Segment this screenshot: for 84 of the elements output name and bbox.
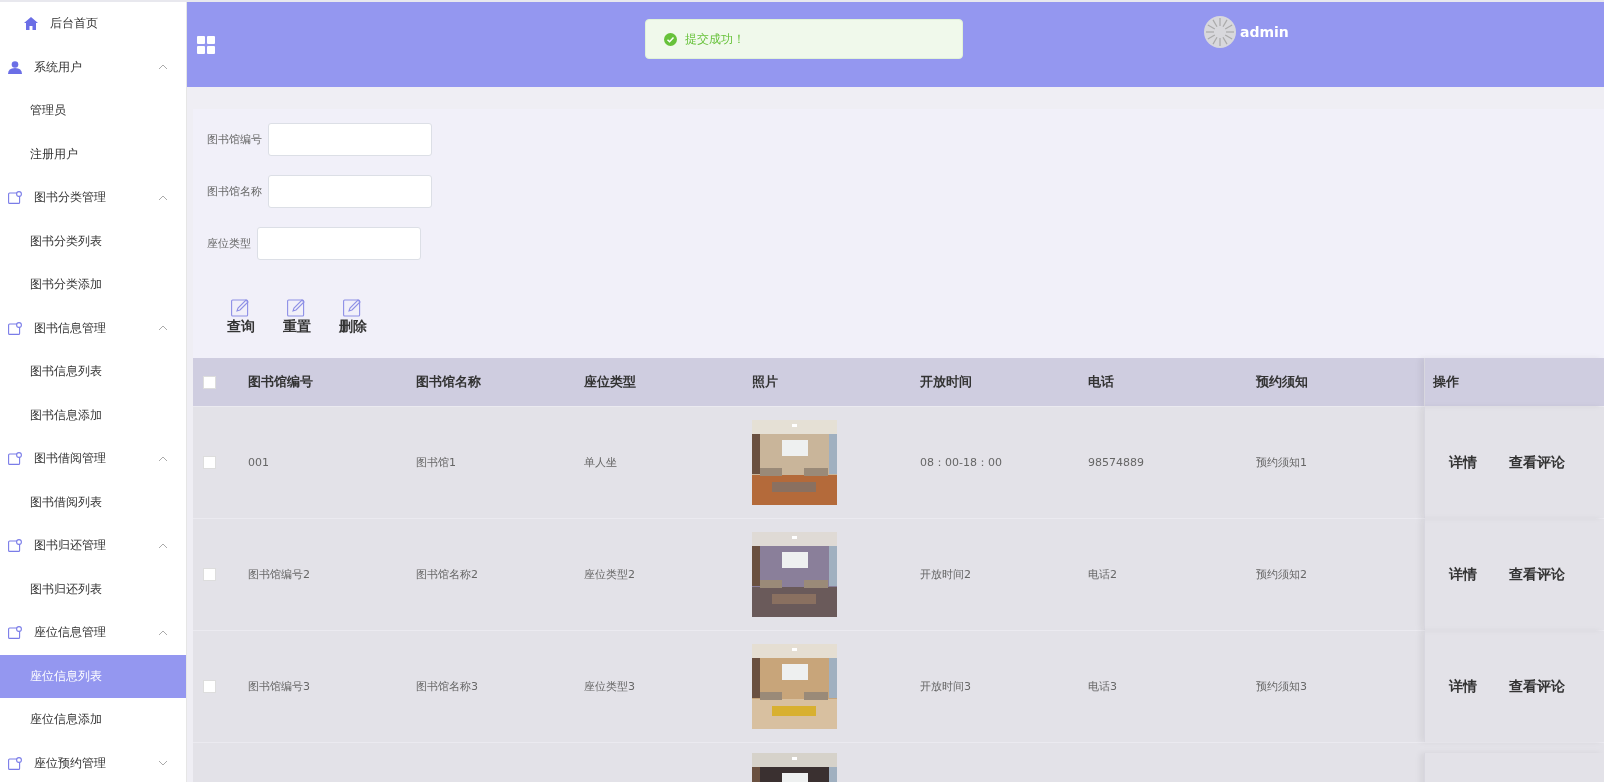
table-cell-text: 图书馆名称3 — [416, 679, 479, 694]
row-checkbox[interactable] — [203, 680, 216, 693]
input-field[interactable] — [268, 175, 432, 208]
check-circle-icon — [664, 32, 677, 46]
field-label: 图书馆编号 — [207, 132, 262, 147]
table-cell-text: 电话3 — [1088, 679, 1118, 694]
action-link[interactable]: 详情 — [1449, 565, 1477, 584]
sidebar-item[interactable]: 图书信息列表 — [0, 350, 186, 394]
select-all-checkbox[interactable] — [203, 375, 216, 389]
action-link[interactable]: 查看评论 — [1509, 565, 1565, 584]
sidebar-item[interactable]: 座位信息管理 — [0, 611, 186, 655]
edit-icon — [231, 298, 251, 317]
sidebar-item[interactable]: 图书信息添加 — [0, 393, 186, 437]
caret-icon — [158, 194, 168, 201]
caret-icon — [158, 64, 168, 71]
edit-icon — [287, 298, 307, 317]
sidebar-item[interactable]: 图书借阅列表 — [0, 480, 186, 524]
sidebar-item[interactable]: 后台首页 — [0, 2, 186, 46]
sidebar-item[interactable]: 系统用户 — [0, 45, 186, 89]
toolbar-button[interactable]: 重置 — [283, 298, 311, 336]
action-link[interactable]: 查看评论 — [1509, 453, 1565, 472]
action-link[interactable]: 查看评论 — [1509, 677, 1565, 696]
sidebar-item[interactable]: 图书归还管理 — [0, 524, 186, 568]
avatar-icon[interactable] — [1204, 16, 1236, 48]
home-icon — [24, 17, 38, 31]
sidebar-item[interactable]: 图书分类列表 — [0, 219, 186, 263]
table-cell-text: 单人坐 — [584, 455, 618, 470]
table-cell-text: 开放时间3 — [920, 679, 972, 694]
table-cell-text: 08：00-18：00 — [920, 455, 1003, 470]
table-cell-text: 图书馆1 — [416, 455, 457, 470]
action-link[interactable]: 详情 — [1449, 453, 1477, 472]
column-header: 预约须知 — [1256, 373, 1309, 391]
table-cell-text: 预约须知3 — [1256, 679, 1308, 694]
caret-icon — [158, 455, 168, 462]
document-icon — [8, 191, 22, 205]
caret-icon — [158, 542, 168, 549]
toolbar-button[interactable]: 删除 — [339, 298, 367, 336]
user-icon — [8, 60, 22, 74]
input-field[interactable] — [257, 227, 421, 260]
sidebar-item[interactable]: 图书分类管理 — [0, 176, 186, 220]
action-link[interactable]: 详情 — [1449, 677, 1477, 696]
table-cell-text: 图书馆编号3 — [248, 679, 311, 694]
table-cell-text: 座位类型2 — [584, 567, 636, 582]
column-header: 座位类型 — [584, 373, 637, 391]
sidebar-item[interactable]: 座位信息添加 — [0, 698, 186, 742]
table-cell-text: 001 — [248, 456, 270, 469]
edit-icon — [343, 298, 363, 317]
column-header: 照片 — [752, 373, 779, 391]
table-cell-text: 98574889 — [1088, 456, 1145, 469]
table-cell-text: 预约须知2 — [1256, 567, 1308, 582]
document-icon — [8, 626, 22, 640]
column-header: 操作 — [1433, 373, 1459, 391]
column-header: 图书馆编号 — [248, 373, 314, 391]
toast-message: 提交成功！ — [685, 30, 745, 48]
toolbar-button[interactable]: 查询 — [227, 298, 255, 336]
document-icon — [8, 756, 22, 770]
sidebar-item[interactable]: 图书信息管理 — [0, 306, 186, 350]
field-label: 图书馆名称 — [207, 184, 262, 199]
sidebar-item[interactable]: 座位预约管理 — [0, 741, 186, 782]
column-header: 图书馆名称 — [416, 373, 482, 391]
menu-icon[interactable] — [197, 35, 215, 54]
column-header: 电话 — [1088, 373, 1115, 391]
row-checkbox[interactable] — [203, 456, 216, 469]
sidebar-item[interactable]: 图书分类添加 — [0, 263, 186, 307]
table-cell-text: 电话2 — [1088, 567, 1118, 582]
sidebar-item[interactable]: 图书借阅管理 — [0, 437, 186, 481]
table-cell-text: 开放时间2 — [920, 567, 972, 582]
table-cell-text: 座位类型3 — [584, 679, 636, 694]
caret-icon — [158, 629, 168, 636]
document-icon — [8, 321, 22, 335]
field-label: 座位类型 — [207, 236, 251, 251]
table-cell-text: 图书馆编号2 — [248, 567, 311, 582]
document-icon — [8, 452, 22, 466]
table-cell-text: 预约须知1 — [1256, 455, 1308, 470]
column-header: 开放时间 — [920, 373, 973, 391]
table-cell-text: 图书馆名称2 — [416, 567, 479, 582]
caret-icon — [158, 760, 168, 767]
sidebar-item[interactable]: 注册用户 — [0, 132, 186, 176]
document-icon — [8, 539, 22, 553]
input-field[interactable] — [268, 123, 432, 156]
caret-icon — [158, 325, 168, 332]
sidebar-item[interactable]: 管理员 — [0, 89, 186, 133]
sidebar-item[interactable]: 图书归还列表 — [0, 567, 186, 611]
row-checkbox[interactable] — [203, 568, 216, 581]
